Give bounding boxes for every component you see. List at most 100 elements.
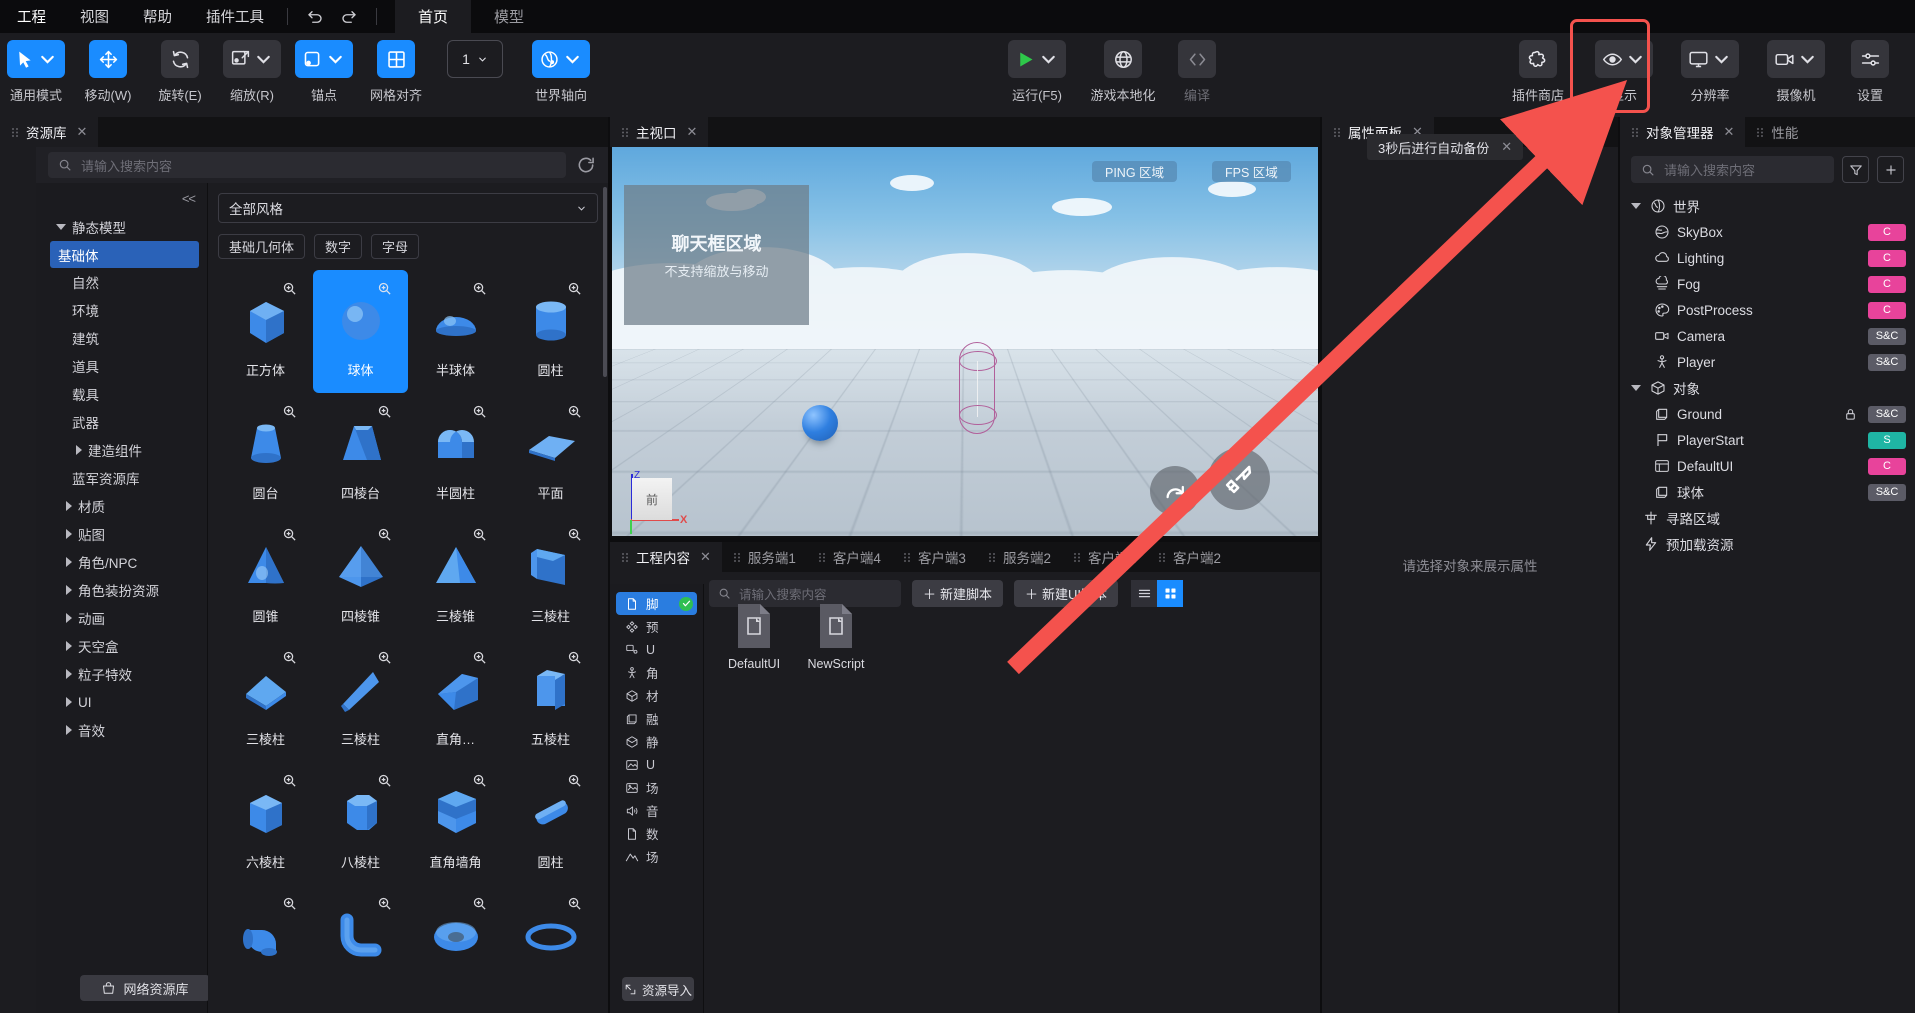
preview-zoom-icon[interactable] xyxy=(472,773,487,788)
asset-category-16[interactable]: 粒子特效 xyxy=(36,660,207,688)
chip-numbers[interactable]: 数字 xyxy=(314,234,363,259)
object-row-6[interactable]: Player S&C xyxy=(1620,349,1915,375)
tool-grid-snap[interactable]: 网格对齐 xyxy=(360,33,432,104)
tool-run[interactable]: 运行(F5) xyxy=(994,33,1080,104)
ribbon-tab-model[interactable]: 模型 xyxy=(471,0,547,33)
view-axis-gizmo[interactable]: Z X 前 xyxy=(618,470,687,534)
asset-type-8[interactable]: 场 xyxy=(616,776,697,799)
asset-type-4[interactable]: 材 xyxy=(616,684,697,707)
bottom-tab-4[interactable]: 服务端2 xyxy=(976,542,1062,572)
asset-item-23[interactable] xyxy=(503,885,598,1008)
preview-zoom-icon[interactable] xyxy=(472,281,487,296)
chip-basic-geometry[interactable]: 基础几何体 xyxy=(218,234,306,259)
asset-type-9[interactable]: 音 xyxy=(616,799,697,822)
tool-rotate[interactable]: 旋转(E) xyxy=(144,33,216,104)
menu-help[interactable]: 帮助 xyxy=(126,0,189,33)
tool-display[interactable]: 显示 xyxy=(1581,33,1667,104)
preview-zoom-icon[interactable] xyxy=(282,527,297,542)
tool-camera[interactable]: 摄像机 xyxy=(1753,33,1839,104)
asset-item-1[interactable]: 球体 xyxy=(313,270,408,393)
object-row-1[interactable]: SkyBox C xyxy=(1620,219,1915,245)
menu-view[interactable]: 视图 xyxy=(63,0,126,33)
asset-item-10[interactable]: 三棱锥 xyxy=(408,516,503,639)
bottom-tab-6[interactable]: 客户端2 xyxy=(1146,542,1232,572)
file-item-0[interactable]: DefaultUI xyxy=(722,602,786,671)
preview-zoom-icon[interactable] xyxy=(472,896,487,911)
tab-object-manager[interactable]: 对象管理器 ✕ xyxy=(1620,117,1746,147)
tool-resolution[interactable]: 分辨率 xyxy=(1667,33,1753,104)
chevron-right-icon[interactable] xyxy=(76,445,82,455)
bottom-tab-1[interactable]: 服务端1 xyxy=(721,542,807,572)
asset-category-18[interactable]: 音效 xyxy=(36,716,207,744)
asset-item-14[interactable]: 直角… xyxy=(408,639,503,762)
bottom-tab-5[interactable]: 客户端1 xyxy=(1061,542,1147,572)
chevron-down-icon[interactable] xyxy=(1631,385,1641,391)
object-row-8[interactable]: Ground S&C xyxy=(1620,401,1915,427)
chevron-right-icon[interactable] xyxy=(66,501,72,511)
object-search-input[interactable]: 请输入搜索内容 xyxy=(1631,156,1834,183)
object-row-5[interactable]: Camera S&C xyxy=(1620,323,1915,349)
asset-type-3[interactable]: 角 xyxy=(616,661,697,684)
asset-item-2[interactable]: 半球体 xyxy=(408,270,503,393)
network-library-button[interactable]: 网络资源库 xyxy=(80,975,210,1001)
asset-category-10[interactable]: 材质 xyxy=(36,492,207,520)
asset-category-15[interactable]: 天空盒 xyxy=(36,632,207,660)
preview-zoom-icon[interactable] xyxy=(567,404,582,419)
plus-icon[interactable] xyxy=(1877,156,1904,183)
preview-zoom-icon[interactable] xyxy=(567,650,582,665)
asset-item-11[interactable]: 三棱柱 xyxy=(503,516,598,639)
object-row-12[interactable]: 寻路区域 xyxy=(1620,505,1915,531)
asset-category-8[interactable]: 建造组件 xyxy=(36,436,207,464)
menu-project[interactable]: 工程 xyxy=(0,0,63,33)
refresh-icon[interactable] xyxy=(576,155,596,175)
asset-type-2[interactable]: U xyxy=(616,638,697,661)
collapse-icon[interactable]: << xyxy=(182,191,196,206)
tool-general-mode[interactable]: 通用模式 xyxy=(0,33,72,104)
menu-plugin-tools[interactable]: 插件工具 xyxy=(189,0,281,33)
close-icon[interactable]: ✕ xyxy=(77,124,88,140)
chevron-down-icon[interactable] xyxy=(56,224,66,230)
tool-compile[interactable]: 编译 xyxy=(1166,33,1228,104)
asset-type-0[interactable]: 脚 xyxy=(616,592,697,615)
preview-zoom-icon[interactable] xyxy=(282,404,297,419)
gizmo-front-face[interactable]: 前 xyxy=(632,478,672,520)
asset-category-11[interactable]: 贴图 xyxy=(36,520,207,548)
grid-size-stepper[interactable]: 1 xyxy=(432,33,518,78)
chevron-right-icon[interactable] xyxy=(66,641,72,651)
asset-category-5[interactable]: 道具 xyxy=(36,352,207,380)
preview-zoom-icon[interactable] xyxy=(567,773,582,788)
file-item-1[interactable]: NewScript xyxy=(804,602,868,671)
asset-item-6[interactable]: 半圆柱 xyxy=(408,393,503,516)
asset-item-3[interactable]: 圆柱 xyxy=(503,270,598,393)
scene-sphere-object[interactable] xyxy=(802,405,838,441)
asset-grid-scrollbar[interactable] xyxy=(603,187,607,377)
preview-zoom-icon[interactable] xyxy=(377,404,392,419)
close-icon[interactable]: ✕ xyxy=(687,124,698,140)
preview-zoom-icon[interactable] xyxy=(377,527,392,542)
asset-category-3[interactable]: 环境 xyxy=(36,296,207,324)
asset-item-4[interactable]: 圆台 xyxy=(218,393,313,516)
preview-zoom-icon[interactable] xyxy=(282,281,297,296)
preview-zoom-icon[interactable] xyxy=(472,650,487,665)
asset-item-13[interactable]: 三棱柱 xyxy=(313,639,408,762)
player-capsule-gizmo[interactable] xyxy=(959,342,997,434)
tool-localization[interactable]: 游戏本地化 xyxy=(1080,33,1166,104)
preview-zoom-icon[interactable] xyxy=(377,650,392,665)
redo-icon[interactable] xyxy=(334,5,364,29)
tab-asset-library[interactable]: 资源库 ✕ xyxy=(0,117,99,147)
lock-icon[interactable] xyxy=(1844,408,1857,421)
tool-anchor[interactable]: 锚点 xyxy=(288,33,360,104)
close-icon[interactable]: ✕ xyxy=(1724,124,1735,140)
preview-zoom-icon[interactable] xyxy=(282,896,297,911)
chip-letters[interactable]: 字母 xyxy=(371,234,420,259)
object-row-11[interactable]: 球体 S&C xyxy=(1620,479,1915,505)
object-row-10[interactable]: DefaultUI C xyxy=(1620,453,1915,479)
preview-zoom-icon[interactable] xyxy=(567,281,582,296)
chevron-right-icon[interactable] xyxy=(66,725,72,735)
bottom-tab-3[interactable]: 客户端3 xyxy=(891,542,977,572)
bottom-tab-2[interactable]: 客户端4 xyxy=(806,542,892,572)
tool-move[interactable]: 移动(W) xyxy=(72,33,144,104)
tab-performance[interactable]: 性能 xyxy=(1745,117,1810,147)
asset-category-13[interactable]: 角色装扮资源 xyxy=(36,576,207,604)
asset-import-button[interactable]: 资源导入 xyxy=(622,977,694,1001)
